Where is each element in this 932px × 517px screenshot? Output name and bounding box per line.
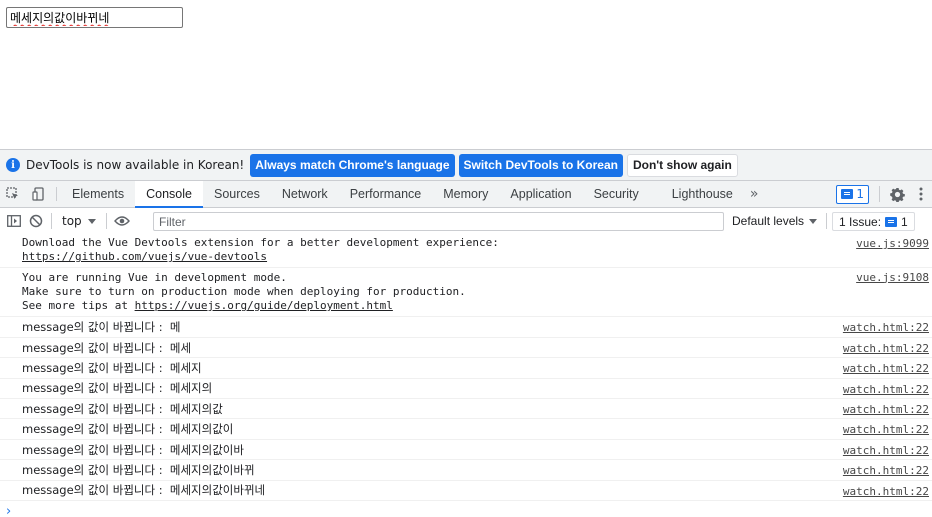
source-link[interactable]: vue.js:9108 <box>856 271 929 285</box>
log-row: message의 값이 바뀝니다 : 메세지의값이바뀌 watch.html:22 <box>0 460 932 481</box>
source-link[interactable]: vue.js:9099 <box>856 237 929 251</box>
message-text: Make sure to turn on production mode whe… <box>22 284 466 298</box>
message-text: Download the Vue Devtools extension for … <box>22 236 499 249</box>
clear-console-icon[interactable] <box>25 208 47 234</box>
device-toolbar-icon[interactable] <box>26 181 52 207</box>
source-link[interactable]: watch.html:22 <box>843 403 929 416</box>
tab-application[interactable]: Application <box>499 181 582 207</box>
console-prompt[interactable]: › <box>0 501 932 517</box>
log-levels-label: Default levels <box>732 214 805 228</box>
toolbar-divider <box>51 213 52 229</box>
log-row: message의 값이 바뀝니다 : 메세지의값 watch.html:22 <box>0 399 932 420</box>
chevron-down-icon <box>87 214 96 228</box>
message-text: You are running Vue in development mode. <box>22 270 287 284</box>
tab-lighthouse[interactable]: Lighthouse <box>650 181 744 207</box>
issue-message-icon <box>841 189 854 199</box>
prompt-chevron-icon: › <box>6 503 12 517</box>
live-expression-eye-icon[interactable] <box>111 208 133 234</box>
console-output: Download the Vue Devtools extension for … <box>0 234 932 517</box>
tab-network[interactable]: Network <box>271 181 339 207</box>
tab-elements[interactable]: Elements <box>61 181 135 207</box>
log-text: message의 값이 바뀝니다 : 메세지의값이바뀌 <box>22 462 255 477</box>
tab-security[interactable]: Security <box>583 181 650 207</box>
language-infobar: i DevTools is now available in Korean! A… <box>0 150 932 181</box>
tab-performance[interactable]: Performance <box>339 181 433 207</box>
source-link[interactable]: watch.html:22 <box>843 444 929 457</box>
chevron-down-icon <box>809 214 818 228</box>
issues-badge[interactable]: 1 <box>836 184 869 204</box>
deployment-guide-link[interactable]: https://vuejs.org/guide/deployment.html <box>135 299 393 312</box>
log-text: message의 값이 바뀝니다 : 메세지의 <box>22 381 213 396</box>
log-row: message의 값이 바뀝니다 : 메 watch.html:22 <box>0 317 932 338</box>
issue-message-icon <box>885 216 898 227</box>
more-options-kebab-icon[interactable] <box>910 187 932 201</box>
switch-to-korean-button[interactable]: Switch DevTools to Korean <box>458 153 623 177</box>
toolbar-divider <box>56 187 57 201</box>
issues-label: 1 Issue: <box>839 214 882 229</box>
log-text: message의 값이 바뀝니다 : 메세지의값 <box>22 401 223 416</box>
always-match-language-button[interactable]: Always match Chrome's language <box>250 153 455 177</box>
issues-badge-count: 1 <box>856 187 864 201</box>
vue-devtools-link[interactable]: https://github.com/vuejs/vue-devtools <box>22 250 267 263</box>
toolbar-divider <box>879 186 880 202</box>
console-message: Download the Vue Devtools extension for … <box>0 234 932 268</box>
log-text: message의 값이 바뀝니다 : 메세지의값이바 <box>22 442 244 457</box>
settings-gear-icon[interactable] <box>884 187 910 202</box>
dont-show-again-button[interactable]: Don't show again <box>626 153 738 177</box>
message-input[interactable] <box>6 7 183 28</box>
source-link[interactable]: watch.html:22 <box>843 362 929 375</box>
source-link[interactable]: watch.html:22 <box>843 423 929 436</box>
context-label: top <box>62 214 82 228</box>
tab-console[interactable]: Console <box>135 181 203 208</box>
inspect-element-icon[interactable] <box>0 181 26 207</box>
source-link[interactable]: watch.html:22 <box>843 464 929 477</box>
tab-sources[interactable]: Sources <box>203 181 271 207</box>
more-tabs-chevron-icon[interactable]: » <box>744 181 765 207</box>
log-row: message의 값이 바뀝니다 : 메세지의값이 watch.html:22 <box>0 419 932 440</box>
source-link[interactable]: watch.html:22 <box>843 485 929 498</box>
log-text: message의 값이 바뀝니다 : 메세지의값이바뀌네 <box>22 483 266 498</box>
console-filter-input[interactable] <box>153 212 724 231</box>
info-icon: i <box>6 158 20 172</box>
log-row: message의 값이 바뀝니다 : 메세지의값이바뀌네 watch.html:2… <box>0 481 932 501</box>
console-message: You are running Vue in development mode.… <box>0 268 932 318</box>
issues-count: 1 <box>901 214 908 229</box>
log-text: message의 값이 바뀝니다 : 메세지 <box>22 360 202 375</box>
context-selector[interactable]: top <box>56 214 102 228</box>
toolbar-divider <box>826 213 827 229</box>
log-text: message의 값이 바뀝니다 : 메세지의값이 <box>22 422 234 437</box>
tab-memory[interactable]: Memory <box>432 181 499 207</box>
log-levels-dropdown[interactable]: Default levels <box>732 208 818 234</box>
tabbar-right-controls: 1 <box>836 181 932 207</box>
source-link[interactable]: watch.html:22 <box>843 321 929 334</box>
page-content <box>0 0 932 149</box>
devtools-tabbar: Elements Console Sources Network Perform… <box>0 181 932 208</box>
message-text: See more tips at <box>22 299 135 313</box>
log-row: message의 값이 바뀝니다 : 메세지의값이바 watch.html:22 <box>0 440 932 461</box>
show-sidebar-icon[interactable] <box>3 208 25 234</box>
log-text: message의 값이 바뀝니다 : 메 <box>22 320 181 335</box>
log-text: message의 값이 바뀝니다 : 메세 <box>22 340 192 355</box>
log-row: message의 값이 바뀝니다 : 메세 watch.html:22 <box>0 338 932 359</box>
issues-counter-button[interactable]: 1 Issue: 1 <box>832 212 915 231</box>
toolbar-divider <box>105 213 107 229</box>
source-link[interactable]: watch.html:22 <box>843 383 929 396</box>
log-row: message의 값이 바뀝니다 : 메세지 watch.html:22 <box>0 358 932 379</box>
source-link[interactable]: watch.html:22 <box>843 342 929 355</box>
log-row: message의 값이 바뀝니다 : 메세지의 watch.html:22 <box>0 379 932 400</box>
infobar-text: DevTools is now available in Korean! <box>26 158 245 172</box>
console-toolbar: top Default levels 1 Issue: 1 <box>0 208 932 235</box>
